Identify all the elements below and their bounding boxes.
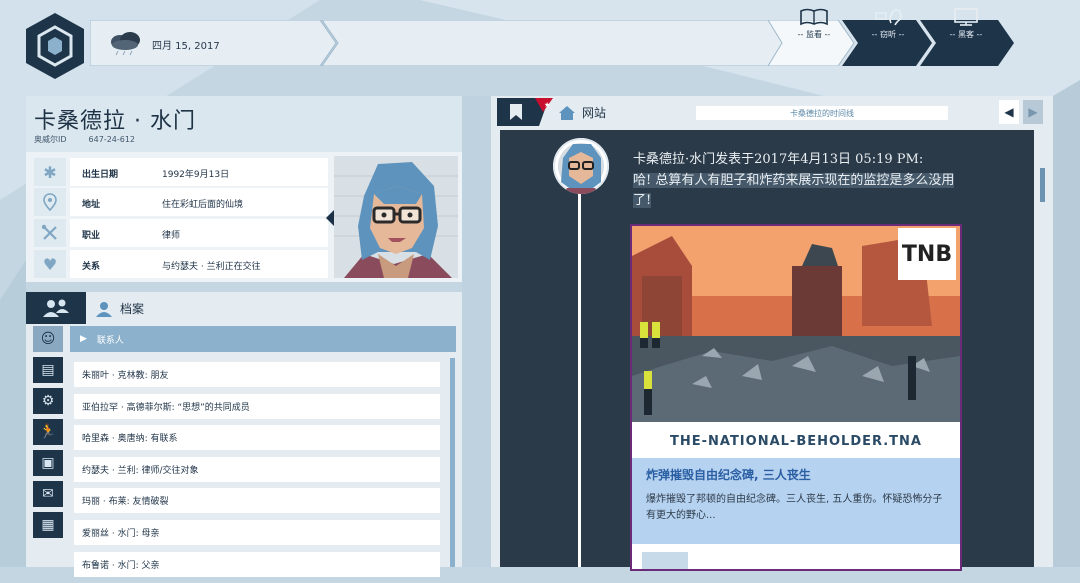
prev-page-button[interactable]: ◀ [999,100,1019,124]
contact-item[interactable]: 亚伯拉罕 · 高德菲尔斯: “思想”的共同成员 [74,393,440,419]
contact-item[interactable]: 约瑟夫 · 兰利: 律师/交往对象 [74,456,440,482]
timeline-line [578,190,581,567]
contact-item[interactable]: 玛丽 · 布莱: 友情破裂 [74,488,440,514]
triangle-right-icon: ▶ [80,334,87,344]
profile-portrait[interactable] [334,156,458,278]
info-key: 关系 [82,262,101,272]
files-title-text: 档案 [120,302,145,316]
contacts-section-label: 联系人 [96,335,124,346]
contact-item[interactable]: 朱丽叶 · 克林教: 朋友 [74,362,440,387]
feed-scrollbar[interactable] [1040,168,1045,202]
files-title: 档案 [96,300,144,317]
post-text: 哈! 总算有人有胆子和炸药来展示现在的监控是多么没用了! [633,171,963,211]
article-headline[interactable]: 炸弹摧毁自由纪念碑, 三人丧生 [646,466,811,483]
chip-icon[interactable]: ▦ [33,512,63,538]
tools-icon [34,219,66,247]
website-tab-title: 网站 [558,104,606,121]
news-article-card[interactable]: TNB THE-NATIONAL-BEHOLDER.TNA 炸弹摧毁自由纪念碑,… [630,224,962,571]
asterisk-icon: ✱ [34,158,66,186]
chat-bubbles-icon[interactable]: ✉ [33,481,63,507]
location-pin-icon [34,188,66,216]
contact-list: 朱丽叶 · 克林教: 朋友 亚伯拉罕 · 高德菲尔斯: “思想”的共同成员 哈里… [74,362,440,583]
ear-icon [875,8,902,25]
info-row-relationship[interactable]: ♥ 关系 与约瑟夫 · 兰利正在交往 [34,250,328,278]
info-value: 律师 [162,231,181,241]
orwell-logo[interactable] [26,13,84,79]
info-key: 出生日期 [82,170,119,180]
info-row-occupation[interactable]: 职业 律师 [34,219,328,247]
article-site-name[interactable]: THE-NATIONAL-BEHOLDER.TNA [632,424,960,458]
info-key: 地址 [82,200,101,210]
tool-tab-monitor[interactable]: -- 监看 -- [784,0,844,46]
post-text-content: 哈! 总算有人有胆子和炸药来展示现在的监控是多么没用了! [633,173,955,208]
info-value: 1992年9月13日 [162,170,230,180]
post-meta: 卡桑德拉·水门发表于2017年4月13日 05:19 PM: [633,152,924,167]
info-value: 住在彩虹后面的仙境 [162,200,244,210]
person-icon [96,301,112,317]
info-row-address[interactable]: 地址 住在彩虹后面的仙境 [34,188,328,216]
date-text: 四月 15, 2017 [152,40,220,52]
files-scrollbar[interactable] [450,358,455,567]
gears-icon[interactable]: ⚙ [33,388,63,414]
article-footer-block [642,552,688,569]
article-summary: 爆炸摧毁了邦顿的自由纪念碑。三人丧生, 五人重伤。怀疑恐怖分子有更大的野心... [646,494,943,521]
svg-text:★: ★ [544,101,550,109]
tnb-logo: TNB [898,228,956,280]
next-page-button[interactable]: ▶ [1023,100,1043,124]
info-row-birthdate[interactable]: ✱ 出生日期 1992年9月13日 [34,158,328,186]
orwell-id-row: 奥威尔ID 647-24-612 [34,134,135,145]
weather-rain-icon [111,32,140,56]
portrait-pointer [326,210,334,226]
contact-item[interactable]: 爱丽丝 · 水门: 母亲 [74,519,440,545]
contact-item[interactable]: 哈里森 · 奥唐纳: 有联系 [74,425,440,451]
bookmark-tab[interactable]: ★ [497,98,557,126]
post-avatar[interactable] [553,138,609,194]
face-icon[interactable]: ☺ [33,326,63,352]
orwell-id-value: 647-24-612 [88,135,136,144]
hearts-icon: ♥ [34,250,66,278]
book-icon [800,8,828,25]
files-side-tabs: ☺ ▤ ⚙ 🏃 ▣ ✉ ▦ [33,326,63,543]
info-key: 职业 [82,231,101,241]
running-person-icon[interactable]: 🏃 [33,419,63,445]
tnb-logo-text: TNB [901,241,953,267]
date-display: 四月 15, 2017 [108,32,220,56]
tool-tab-hack[interactable]: -- 黑客 -- [936,0,996,46]
people-icon [26,292,86,324]
orwell-id-label: 奥威尔ID [34,135,67,144]
home-icon [559,105,575,120]
contacts-section-header[interactable]: ▶ 联系人 [70,326,456,352]
notebook-icon[interactable]: ▤ [33,357,63,383]
article-body: 炸弹摧毁自由纪念碑, 三人丧生 爆炸摧毁了邦顿的自由纪念碑。三人丧生, 五人重伤… [632,458,960,544]
id-card-icon[interactable]: ▣ [33,450,63,476]
website-tab-label: 网站 [582,106,607,120]
timeline-tab[interactable]: 卡桑德拉的时间线 [696,106,948,120]
contact-item[interactable]: 布鲁诺 · 水门: 父亲 [74,551,440,577]
info-value: 与约瑟夫 · 兰利正在交往 [162,262,261,272]
monitor-icon [954,7,978,26]
profile-name: 卡桑德拉 · 水门 [34,109,196,134]
tool-tab-eavesdrop[interactable]: -- 窃听 -- [858,0,918,46]
